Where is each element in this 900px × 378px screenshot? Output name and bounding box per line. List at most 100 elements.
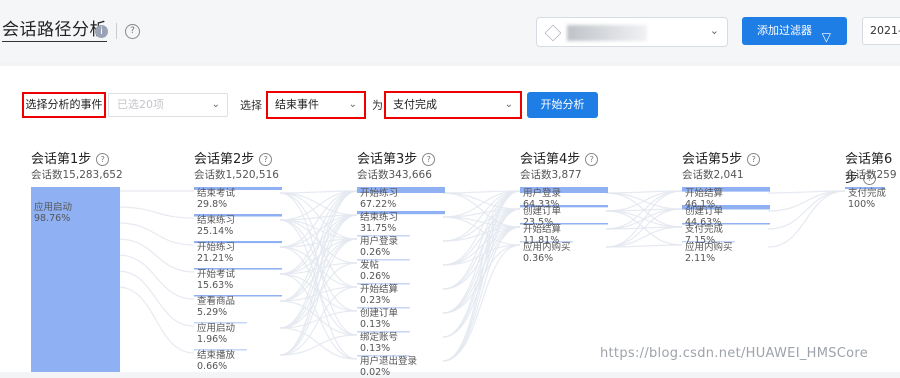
node-label: 绑定账号 0.13% (360, 332, 398, 354)
node-name: 结束考试 (197, 188, 236, 199)
app-name-redacted (567, 25, 647, 41)
info-icon[interactable]: i (95, 25, 108, 38)
funnel-icon: ▽ (821, 30, 831, 44)
flow-link (279, 273, 358, 312)
add-filter-button[interactable]: 添加过滤器 ▽ (742, 17, 847, 45)
node-name: 支付完成 (848, 188, 887, 199)
node-label: 开始练习 67.22% (360, 188, 398, 210)
node-name: 查看商品 (197, 296, 236, 307)
node-label: 结束考试 29.8% (197, 188, 235, 210)
help-icon[interactable]: ? (747, 153, 761, 166)
node-percentage: 15.63% (197, 280, 234, 291)
node-percentage: 0.13% (360, 343, 391, 354)
node-name: 创建订单 (360, 308, 399, 319)
node-name: 应用内购买 (685, 242, 733, 253)
node-name: 应用启动 (197, 323, 236, 334)
node-name: 用户退出登录 (360, 356, 418, 367)
node-percentage: 0.23% (360, 295, 391, 306)
top-bar: 会话路径分析 i ? ⌄ 添加过滤器 ▽ 2021-5 (0, 0, 900, 62)
flow-link (767, 190, 846, 212)
step-1-title: 会话第1步? (31, 148, 110, 167)
node-percentage: 0.26% (360, 271, 391, 282)
app-select[interactable]: ⌄ (536, 17, 728, 47)
node-name: 用户登录 (523, 188, 562, 199)
flow-link (117, 270, 195, 327)
node-label: 创建订单 0.13% (360, 308, 398, 330)
node-name: 支付完成 (685, 224, 724, 235)
chevron-down-icon: ⌄ (709, 24, 719, 37)
add-filter-label: 添加过滤器 (757, 24, 812, 37)
node-percentage: 5.29% (197, 307, 228, 318)
node-name: 发帖 (360, 260, 380, 271)
event-kind-value: 结束事件 (275, 98, 319, 111)
page-title: 会话路径分析 (2, 20, 107, 42)
divider (116, 23, 117, 39)
node-percentage: 29.8% (197, 199, 228, 210)
node-label: 开始考试 15.63% (197, 269, 235, 291)
node-name: 开始结算 (523, 224, 562, 235)
node-name: 创建订单 (685, 206, 724, 217)
chevron-down-icon: ⌄ (348, 99, 357, 110)
flow-link (767, 190, 846, 248)
node-percentage: 0.66% (197, 361, 228, 372)
node-label: 应用启动 1.96% (197, 323, 235, 345)
node-label: 结束练习 25.14% (197, 215, 235, 237)
step-3-title: 会话第3步? (357, 148, 436, 167)
node-name: 开始结算 (685, 188, 724, 199)
step-5-title: 会话第5步? (682, 148, 761, 167)
node-name: 创建订单 (523, 206, 562, 217)
node-label: 查看商品 5.29% (197, 296, 235, 318)
help-icon[interactable]: ? (422, 153, 436, 166)
date-range-picker[interactable]: 2021-5 (862, 17, 900, 45)
node-label: 应用内购买 2.11% (685, 242, 733, 264)
node-percentage: 98.76% (34, 213, 71, 224)
node-percentage: 67.22% (360, 199, 397, 210)
start-analysis-button[interactable]: 开始分析 (527, 92, 598, 118)
node-label: 用户退出登录 0.02% (360, 356, 417, 378)
node-name: 结束练习 (197, 215, 236, 226)
node-name: 应用内购买 (523, 242, 571, 253)
node-label: 用户登录 0.26% (360, 236, 398, 258)
app-cube-icon (544, 24, 562, 42)
flow-link (117, 254, 195, 300)
node-label: 应用启动 98.76% (34, 202, 72, 224)
node-label: 支付完成 100% (848, 188, 886, 210)
node-percentage: 0.26% (360, 247, 391, 258)
help-icon[interactable]: ? (585, 153, 599, 166)
node-label: 开始结算 0.23% (360, 284, 398, 306)
node-name: 结束播放 (197, 350, 236, 361)
node-label: 开始练习 21.21% (197, 242, 235, 264)
chevron-down-icon: ⌄ (504, 99, 513, 110)
target-event-value: 支付完成 (393, 98, 437, 111)
node-percentage: 0.13% (360, 319, 391, 330)
event-type-label: 选择分析的事件 (22, 92, 106, 118)
step-2-title: 会话第2步? (194, 148, 273, 167)
node-label: 发帖 0.26% (360, 260, 390, 282)
node-name: 开始结算 (360, 284, 399, 295)
event-kind-select[interactable]: 结束事件 ⌄ (266, 91, 366, 119)
as-label: 为 (372, 99, 383, 112)
node-label: 应用内购买 0.36% (523, 242, 571, 264)
node-percentage: 31.75% (360, 223, 397, 234)
target-event-select[interactable]: 支付完成 ⌄ (384, 91, 522, 119)
event-multi-select[interactable]: 已选20项 ⌄ (108, 93, 228, 117)
node-label: 结束播放 0.66% (197, 350, 235, 372)
help-icon[interactable]: ? (259, 153, 273, 166)
node-name: 结束练习 (360, 212, 399, 223)
node-percentage: 21.21% (197, 253, 234, 264)
node-percentage: 0.36% (523, 253, 554, 264)
watermark: https://blog.csdn.net/HUAWEI_HMSCore (600, 346, 869, 361)
node-percentage: 1.96% (197, 334, 228, 345)
node-name: 开始练习 (360, 188, 399, 199)
node-name: 绑定账号 (360, 332, 399, 343)
node-percentage: 2.11% (685, 253, 716, 264)
help-icon[interactable]: ? (96, 153, 110, 166)
chevron-down-icon: ⌄ (211, 99, 220, 110)
node-name: 开始练习 (197, 242, 236, 253)
help-icon[interactable]: ? (125, 24, 140, 39)
node-percentage: 0.02% (360, 367, 391, 378)
node-percentage: 25.14% (197, 226, 234, 237)
select-label: 选择 (240, 99, 262, 112)
flow-link (279, 246, 358, 288)
node-name: 开始考试 (197, 269, 236, 280)
